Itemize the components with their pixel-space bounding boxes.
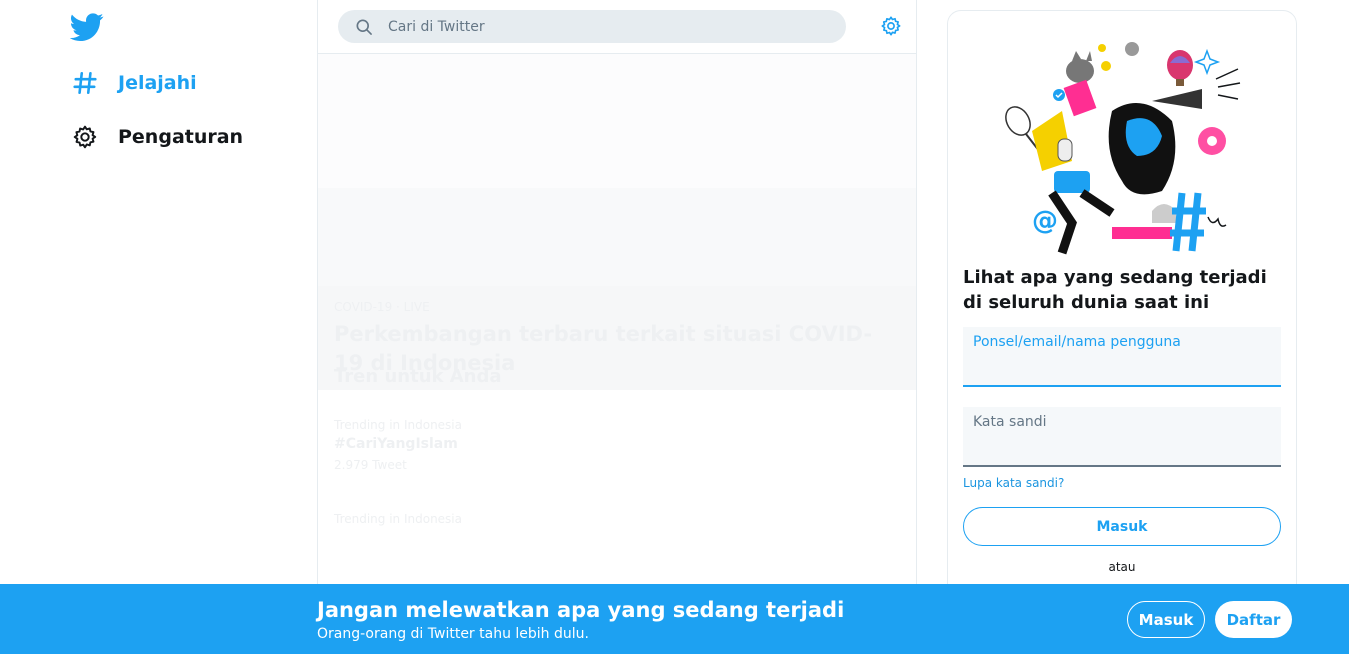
banner-signup-button[interactable]: Daftar [1215,601,1292,638]
main-column: Cari di Twitter COVID-19 · LIVE Perkemba… [317,0,917,654]
svg-text:@: @ [1032,206,1058,236]
username-label: Ponsel/email/nama pengguna [973,334,1181,350]
forgot-password-link[interactable]: Lupa kata sandi? [963,476,1064,490]
hero-category: COVID-19 · LIVE [334,300,430,314]
username-field[interactable]: Ponsel/email/nama pengguna [963,327,1281,387]
banner-title: Jangan melewatkan apa yang sedang terjad… [317,598,845,622]
gear-icon [70,122,100,152]
search-icon [354,17,374,37]
password-field[interactable]: Kata sandi [963,407,1281,467]
nav-item-label: Jelajahi [118,72,197,94]
trend-name[interactable]: #CariYangIslam [334,436,458,452]
login-heading: Lihat apa yang sedang terjadi di seluruh… [963,267,1267,313]
signup-banner: Jangan melewatkan apa yang sedang terjad… [0,584,1349,654]
trend-meta: Trending in Indonesia [334,418,462,432]
nav-item-jelajahi[interactable]: Jelajahi [70,66,197,100]
search-box[interactable]: Cari di Twitter [338,10,846,43]
search-input[interactable]: Cari di Twitter [388,19,485,35]
left-sidebar: Jelajahi Pengaturan [0,0,317,654]
hero-card[interactable]: COVID-19 · LIVE Perkembangan terbaru ter… [318,54,916,390]
twitter-explore-page: Jelajahi Pengaturan Cari di Twitter COVI… [0,0,1366,654]
nav-item-label: Pengaturan [118,126,244,148]
login-panel: @ Lihat apa yang sedang terjadi di selur… [947,10,1297,610]
or-separator: atau [1108,560,1136,574]
trends-heading: Tren untuk Anda [334,366,502,387]
banner-login-button[interactable]: Masuk [1127,601,1205,638]
settings-gear-icon[interactable] [880,15,902,37]
banner-subtitle: Orang-orang di Twitter tahu lebih dulu. [317,626,589,642]
password-label: Kata sandi [973,414,1047,430]
trend-meta: Trending in Indonesia [334,512,462,526]
trend-count: 2.979 Tweet [334,458,407,472]
password-input[interactable] [973,439,1269,459]
twitter-logo-icon[interactable] [69,10,104,44]
hashtag-icon [70,68,100,98]
login-button[interactable]: Masuk [963,507,1281,546]
top-bar: Cari di Twitter [318,0,916,54]
explore-illustration: @ [1002,21,1242,259]
username-input[interactable] [973,359,1269,379]
nav-item-pengaturan[interactable]: Pengaturan [70,120,243,154]
